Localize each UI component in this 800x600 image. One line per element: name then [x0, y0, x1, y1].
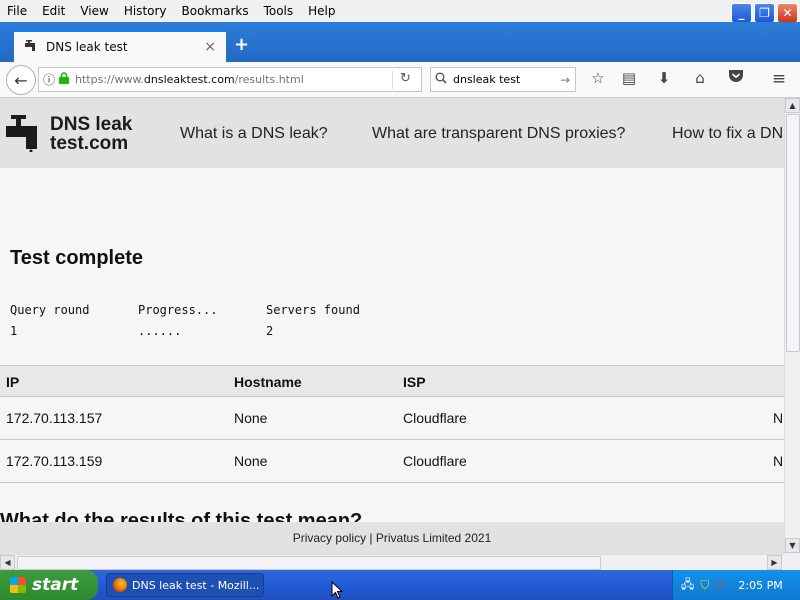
menu-help[interactable]: Help: [301, 4, 343, 18]
taskbar-firefox-window[interactable]: DNS leak test - Mozill...: [106, 573, 264, 597]
close-window-button[interactable]: ✕: [777, 3, 798, 23]
site-header: DNS leak test.com What is a DNS leak? Wh…: [0, 98, 784, 168]
start-button[interactable]: start: [0, 570, 98, 600]
lock-icon[interactable]: [59, 72, 70, 87]
mouse-cursor-icon: [331, 580, 344, 600]
alert-shield-icon[interactable]: ⛉: [715, 578, 724, 593]
row-ip: 172.70.113.159: [6, 453, 103, 469]
url-bar[interactable]: ⓘ https://www.dnsleaktest.com/results.ht…: [38, 67, 422, 92]
column-ip: IP: [6, 374, 20, 390]
scroll-up-icon[interactable]: ▲: [785, 98, 800, 113]
url-domain: dnsleaktest.com: [143, 73, 235, 86]
query-round-label: Query round: [10, 303, 90, 317]
scroll-down-icon[interactable]: ▼: [785, 538, 800, 553]
nav-what-is-dns-leak[interactable]: What is a DNS leak?: [180, 125, 328, 143]
menu-bookmarks[interactable]: Bookmarks: [175, 4, 257, 18]
hamburger-menu-icon[interactable]: ≡: [767, 69, 791, 91]
clock: 2:05 PM: [738, 578, 783, 592]
menu-view[interactable]: View: [73, 4, 116, 18]
new-tab-button[interactable]: +: [234, 34, 249, 55]
tab-dns-leak-test[interactable]: DNS leak test ×: [14, 30, 226, 62]
network-icon[interactable]: 🖧: [681, 575, 694, 596]
vertical-scrollbar[interactable]: ▲ ▼: [784, 98, 800, 554]
vertical-scroll-thumb[interactable]: [786, 114, 800, 352]
menu-tools[interactable]: Tools: [257, 4, 302, 18]
table-header: IP Hostname ISP: [0, 365, 784, 397]
close-tab-icon[interactable]: ×: [204, 39, 216, 55]
footer-text[interactable]: Privacy policy | Privatus Limited 2021: [293, 531, 492, 545]
logo-text: DNS leak test.com: [50, 115, 132, 153]
row-country: N: [773, 453, 784, 469]
arrow-left-icon: ←: [14, 70, 28, 90]
row-ip: 172.70.113.157: [6, 410, 103, 426]
faucet-logo-icon: [6, 112, 46, 155]
row-hostname: None: [234, 453, 268, 469]
info-icon[interactable]: ⓘ: [43, 71, 55, 88]
restore-button[interactable]: ❐: [754, 3, 775, 23]
minimize-button[interactable]: _: [731, 3, 752, 23]
nav-how-to-fix[interactable]: How to fix a DN: [672, 125, 783, 143]
reader-view-icon[interactable]: ▤: [617, 69, 641, 91]
table-row: 172.70.113.157 None Cloudflare N: [0, 397, 784, 440]
tab-title: DNS leak test: [46, 40, 128, 54]
windows-logo-icon: [10, 577, 26, 593]
page-content: DNS leak test.com What is a DNS leak? Wh…: [0, 98, 784, 554]
url-text[interactable]: https://www.dnsleaktest.com/results.html: [75, 73, 304, 86]
search-icon: [435, 72, 447, 87]
servers-found-value: 2: [266, 324, 274, 338]
faucet-icon: [24, 39, 38, 56]
site-footer: Privacy policy | Privatus Limited 2021: [0, 522, 784, 554]
table-row: 172.70.113.159 None Cloudflare N: [0, 440, 784, 483]
menu-history[interactable]: History: [117, 4, 175, 18]
row-hostname: None: [234, 410, 268, 426]
url-path: /results.html: [234, 73, 304, 86]
navigation-bar: ← ⓘ https://www.dnsleaktest.com/results.…: [0, 62, 800, 98]
logo-line-1: DNS leak: [50, 113, 133, 135]
system-tray: 🖧 ⛉ ⛉ 2:05 PM: [672, 570, 800, 600]
search-input[interactable]: dnsleak test: [453, 73, 520, 86]
pocket-icon[interactable]: [724, 69, 748, 91]
taskbar: start DNS leak test - Mozill... 🖧 ⛉ ⛉ 2:…: [0, 570, 800, 600]
logo-line-2: test.com: [50, 132, 129, 154]
results-table: IP Hostname ISP 172.70.113.157 None Clou…: [0, 365, 784, 483]
column-hostname: Hostname: [234, 374, 302, 390]
scroll-left-icon[interactable]: ◀: [0, 555, 15, 570]
url-prefix: https://www.: [75, 73, 144, 86]
test-status-title: Test complete: [10, 247, 143, 269]
menu-file[interactable]: File: [0, 4, 35, 18]
start-label: start: [32, 575, 79, 595]
row-isp: Cloudflare: [403, 410, 467, 426]
bookmark-star-icon[interactable]: ☆: [586, 69, 610, 91]
horizontal-scroll-thumb[interactable]: [17, 556, 601, 570]
window-controls: _ ❐ ✕: [731, 3, 798, 23]
query-round-value: 1: [10, 324, 18, 338]
back-button[interactable]: ←: [6, 65, 36, 95]
progress-value: ......: [138, 324, 182, 338]
reload-icon[interactable]: ↻: [392, 71, 418, 89]
firefox-icon: [113, 578, 127, 592]
download-icon[interactable]: ⬇: [652, 69, 676, 91]
column-isp: ISP: [403, 374, 426, 390]
site-logo[interactable]: DNS leak test.com: [6, 112, 132, 155]
taskbar-window-title: DNS leak test - Mozill...: [132, 578, 260, 592]
horizontal-scrollbar[interactable]: ◀ ▶: [0, 554, 784, 570]
search-go-icon[interactable]: →: [560, 73, 570, 87]
servers-found-label: Servers found: [266, 303, 360, 317]
search-bar[interactable]: dnsleak test →: [430, 67, 576, 92]
home-icon[interactable]: ⌂: [688, 69, 712, 91]
scrollbar-corner: [784, 554, 800, 570]
security-shield-icon[interactable]: ⛉: [700, 578, 709, 593]
menu-edit[interactable]: Edit: [35, 4, 73, 18]
nav-transparent-dns-proxies[interactable]: What are transparent DNS proxies?: [372, 125, 625, 143]
row-country: N: [773, 410, 784, 426]
menu-bar: File Edit View History Bookmarks Tools H…: [0, 0, 800, 23]
row-isp: Cloudflare: [403, 453, 467, 469]
scroll-right-icon[interactable]: ▶: [767, 555, 782, 570]
progress-label: Progress...: [138, 303, 218, 317]
tab-bar: DNS leak test × +: [0, 22, 800, 62]
